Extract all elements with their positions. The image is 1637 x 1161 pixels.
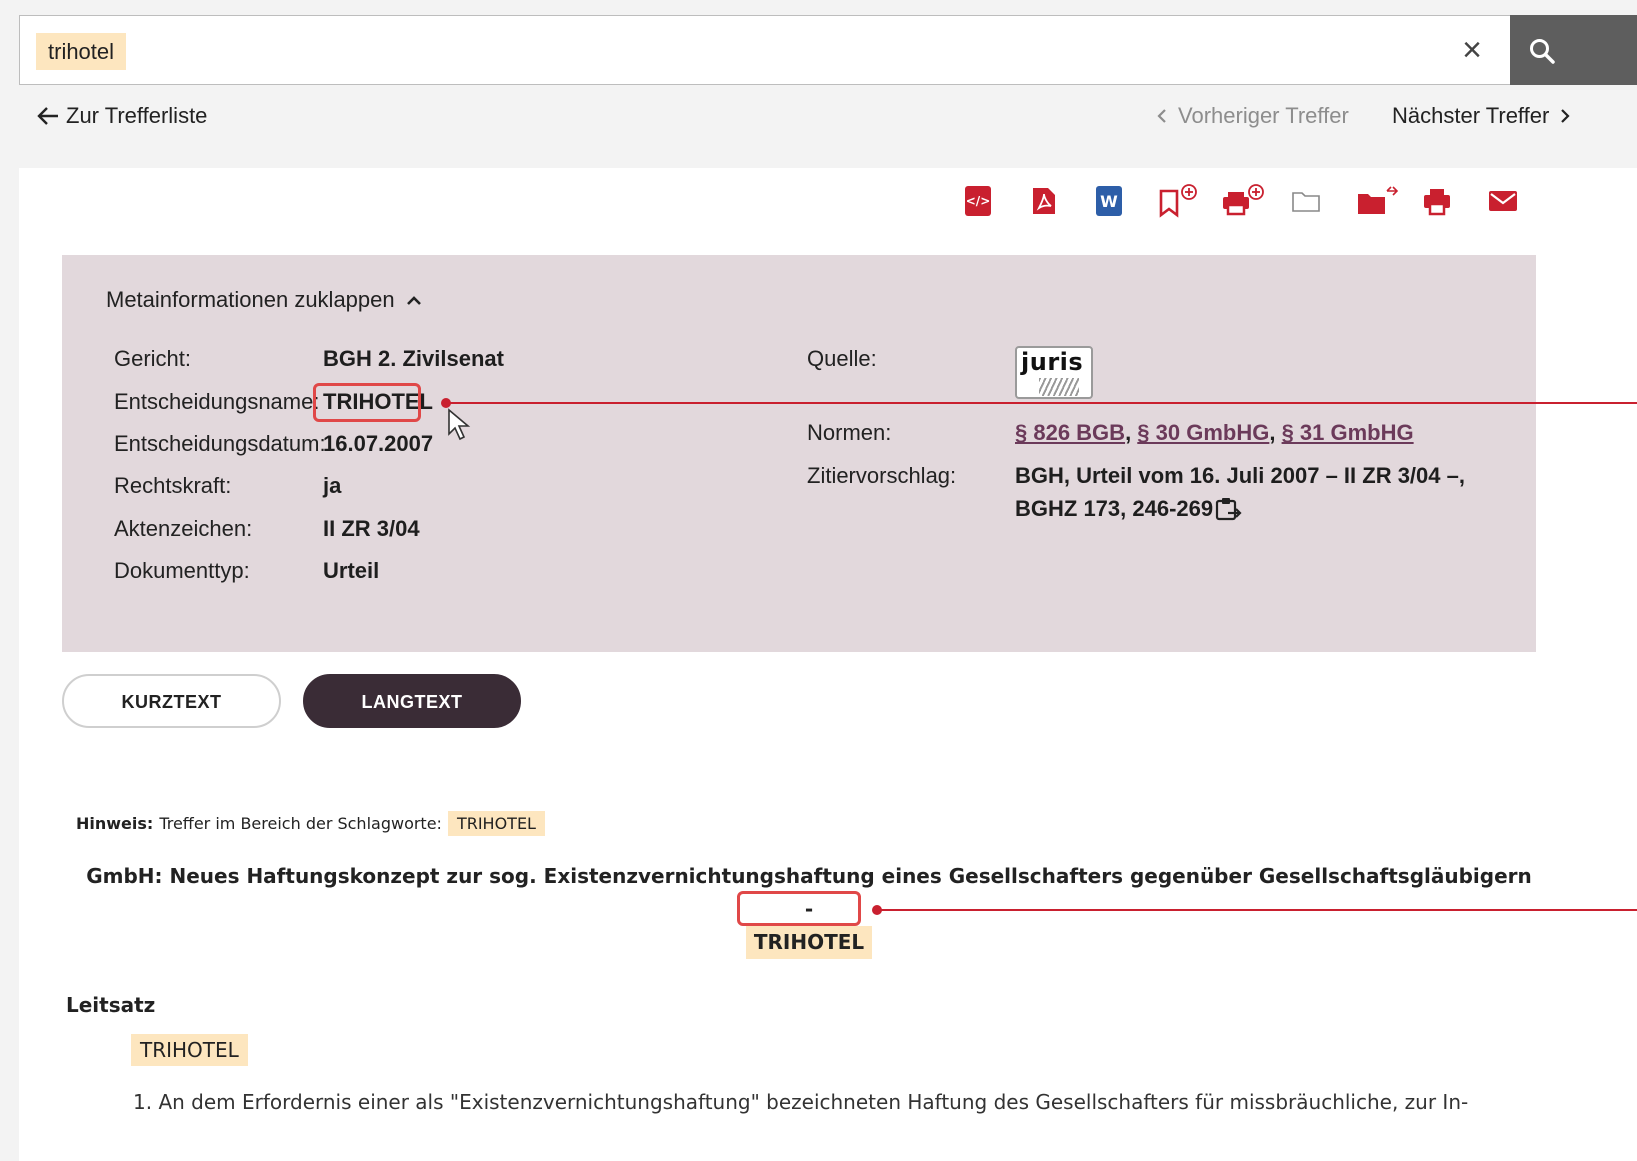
folder-icon[interactable] — [1289, 184, 1323, 218]
hint-label: Hinweis: — [76, 814, 154, 833]
metadata-collapse-toggle[interactable]: Metainformationen zuklappen — [106, 287, 423, 313]
hint-text: Treffer im Bereich der Schlagworte: — [159, 814, 442, 833]
search-query-chip[interactable]: trihotel — [36, 33, 127, 70]
headline-keyword-chip: TRIHOTEL — [745, 926, 873, 959]
file-number-label: Aktenzeichen: — [114, 516, 253, 541]
chevron-right-icon — [1561, 109, 1570, 123]
norm-link[interactable]: § 826 BGB — [1015, 420, 1125, 445]
xml-file-label: </> — [965, 186, 991, 216]
legal-force-value: ja — [323, 473, 342, 498]
search-bar: trihotel × — [19, 15, 1637, 85]
word-file-icon[interactable]: W — [1092, 184, 1126, 218]
arrow-left-icon — [37, 107, 58, 125]
print-icon[interactable] — [1420, 184, 1454, 218]
previous-hit-link[interactable]: Vorheriger Treffer — [1156, 103, 1349, 129]
mail-glyph — [1489, 191, 1517, 211]
metadata-panel: Metainformationen zuklappen Gericht: BGH… — [62, 255, 1536, 652]
norm-separator: , — [1269, 420, 1282, 445]
chevron-up-icon — [406, 296, 421, 305]
highlight-box — [737, 891, 861, 926]
decision-name-label: Entscheidungsname: — [114, 389, 320, 414]
callout-line — [877, 909, 1637, 911]
word-file-label: W — [1096, 186, 1122, 216]
print-glyph — [1424, 189, 1450, 216]
tab-kurztext[interactable]: KURZTEXT — [62, 674, 281, 728]
norm-separator: , — [1125, 420, 1138, 445]
decision-date-label: Entscheidungsdatum: — [114, 431, 326, 456]
search-icon — [1530, 39, 1555, 64]
norms-label: Normen: — [807, 420, 892, 445]
mouse-cursor-icon — [448, 408, 471, 441]
next-hit-link[interactable]: Nächster Treffer — [1392, 103, 1571, 129]
norm-link[interactable]: § 31 GmbHG — [1282, 420, 1414, 445]
leitsatz-keyword-chip: TRIHOTEL — [131, 1034, 248, 1066]
source-label: Quelle: — [807, 346, 877, 371]
bookmark-add-glyph — [1159, 184, 1197, 218]
section-title: Leitsatz — [66, 993, 156, 1017]
search-button[interactable] — [1510, 15, 1637, 85]
norm-link[interactable]: § 30 GmbHG — [1137, 420, 1269, 445]
citation-line-1: BGH, Urteil vom 16. Juli 2007 – II ZR 3/… — [1015, 463, 1465, 488]
folder-move-icon[interactable] — [1355, 184, 1401, 218]
folder-move-glyph — [1358, 186, 1399, 214]
juris-logo-lines — [1039, 378, 1079, 396]
highlight-box — [313, 383, 421, 422]
chevron-left-icon — [1157, 109, 1166, 123]
decision-date-value: 16.07.2007 — [323, 431, 434, 456]
folder-glyph — [1292, 192, 1320, 212]
next-hit-label: Nächster Treffer — [1392, 103, 1550, 128]
citation-line-2: BGHZ 173, 246-269 — [1015, 496, 1214, 521]
norms-list: § 826 BGB, § 30 GmbHG, § 31 GmbHG — [1015, 420, 1414, 446]
callout-line — [446, 402, 1637, 404]
pdf-glyph — [1033, 188, 1055, 214]
print-add-icon[interactable] — [1219, 184, 1267, 218]
legal-force-label: Rechtskraft: — [114, 473, 232, 498]
document-type-value: Urteil — [323, 558, 380, 583]
document-type-label: Dokumenttyp: — [114, 558, 250, 583]
mail-icon[interactable] — [1486, 184, 1520, 218]
copy-citation-icon[interactable] — [1214, 496, 1242, 522]
tab-langtext[interactable]: LANGTEXT — [303, 674, 521, 728]
hint-keyword-chip: TRIHOTEL — [447, 811, 545, 836]
citation-label: Zitiervorschlag: — [807, 463, 957, 488]
hit-hint: Hinweis: Treffer im Bereich der Schlagwo… — [76, 811, 545, 836]
print-add-glyph — [1223, 184, 1264, 216]
previous-hit-label: Vorheriger Treffer — [1178, 103, 1349, 128]
pdf-file-icon[interactable] — [1027, 184, 1061, 218]
metadata-toggle-label: Metainformationen zuklappen — [106, 287, 395, 312]
back-to-results-label: Zur Trefferliste — [66, 103, 208, 128]
juris-logo: juris — [1015, 346, 1093, 399]
bookmark-add-icon[interactable] — [1156, 184, 1204, 218]
juris-logo-text: juris — [1021, 348, 1084, 376]
court-label: Gericht: — [114, 346, 192, 371]
xml-file-icon[interactable]: </> — [961, 184, 995, 218]
file-number-value: II ZR 3/04 — [323, 516, 420, 541]
back-to-results-link[interactable]: Zur Trefferliste — [36, 103, 207, 129]
close-icon[interactable]: × — [1450, 28, 1494, 72]
court-value: BGH 2. Zivilsenat — [323, 346, 504, 371]
leitsatz-paragraph: 1. An dem Erfordernis einer als "Existen… — [133, 1090, 1469, 1114]
document-card: </> W Metainformationen zuklappen Gerich… — [19, 168, 1637, 1161]
